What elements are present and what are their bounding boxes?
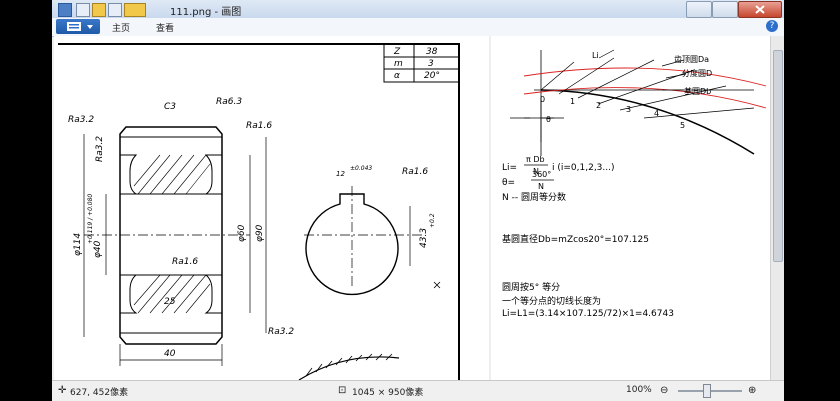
minimize-button[interactable]: [686, 1, 712, 18]
zoom-in-icon[interactable]: ⊕: [748, 385, 756, 396]
involute-label-theta: θ: [546, 115, 551, 124]
gear-teeth-sketch: [298, 356, 400, 380]
maximize-button[interactable]: [712, 1, 738, 18]
formula-theta-a: θ=: [502, 178, 515, 188]
table-value-alpha: 20°: [424, 71, 440, 81]
tab-view[interactable]: 查看: [156, 21, 174, 34]
involute-mark-1: 1: [570, 97, 575, 106]
dim-key-width-tol: ±0.043: [350, 165, 372, 172]
formula-n-def: N -- 圆周等分数: [502, 191, 566, 203]
cursor-position: 627, 452像素: [70, 388, 129, 398]
involute-label-li: Li: [592, 51, 599, 60]
dim-bore-tol: +0.119 / +0.080: [87, 194, 94, 244]
dim-key-depth: 43.3: [419, 228, 429, 248]
gear-drawing: Z 38 m 3 α 20° C3 Ra6.3 Ra3.2 Ra1.6 Ra3.…: [58, 36, 767, 380]
table-param-z: Z: [393, 47, 401, 57]
involute-label-tip-circle: 齿顶圆Da: [674, 55, 709, 64]
formula-li-b: i (i=0,1,2,3...): [552, 163, 615, 173]
formula-theta-num: 360°: [532, 170, 551, 179]
close-icon: [755, 5, 765, 14]
dim-width: 40: [164, 349, 176, 359]
table-value-m: 3: [428, 59, 434, 69]
drawing-frame: [58, 43, 460, 380]
help-icon[interactable]: ?: [766, 20, 778, 32]
paint-menu-button[interactable]: [56, 19, 100, 34]
formula-theta-den: N: [538, 182, 544, 191]
gear-section-outline: [119, 126, 223, 345]
dim-bore: φ40: [93, 240, 103, 258]
involute-mark-0: 0: [540, 95, 545, 104]
save-icon[interactable]: [76, 3, 90, 17]
roughness-label-3: Ra1.6: [246, 121, 272, 131]
formula-li-num: π Db: [526, 155, 545, 164]
dim-groove: 25: [164, 297, 176, 307]
formula-li-a: Li=: [502, 163, 517, 173]
roughness-label-2: Ra3.2: [68, 115, 94, 125]
chamfer-label: C3: [164, 102, 176, 112]
roughness-label-4: Ra3.2: [268, 327, 294, 337]
roughness-label-5: Ra1.6: [172, 257, 198, 267]
involute-mark-4: 4: [654, 109, 659, 118]
table-param-m: m: [394, 59, 403, 69]
involute-label-base-circle: 基圆Db: [684, 86, 711, 96]
customize-quick-access-icon[interactable]: [124, 3, 146, 17]
zoom-out-icon[interactable]: ⊖: [660, 385, 668, 396]
formula-tangent-desc: 一个等分点的切线长度为: [502, 295, 601, 307]
ribbon-bar: 主页 查看 ?: [52, 18, 784, 37]
formula-base-dia: 基圆直径Db=mZcos20°=107.125: [502, 233, 649, 245]
scrollbar-thumb[interactable]: [773, 50, 783, 262]
zoom-slider-thumb[interactable]: [703, 384, 711, 398]
involute-mark-2: 2: [596, 101, 601, 110]
dim-key-width: 12: [336, 170, 345, 178]
dim-outer-dia: φ114: [73, 233, 83, 256]
table-param-alpha: α: [394, 71, 400, 81]
involute-label-pitch-circle: 分度圆D: [682, 68, 712, 78]
paint-app-icon[interactable]: [58, 3, 72, 17]
roughness-label-6: Ra3.2: [95, 136, 105, 162]
dim-key-depth-tol: +0.2: [429, 213, 436, 228]
involute-mark-3: 3: [626, 105, 631, 114]
redo-icon[interactable]: [108, 3, 122, 17]
formula-tangent-length: Li=L1=(3.14×107.125/72)×1=4.6743: [502, 309, 674, 319]
involute-mark-5: 5: [680, 121, 685, 130]
dim-hub-60: φ60: [237, 224, 247, 242]
tab-home[interactable]: 主页: [112, 21, 130, 34]
table-value-z: 38: [426, 47, 438, 57]
zoom-level: 100%: [626, 385, 652, 395]
roughness-label-1: Ra6.3: [216, 97, 242, 107]
image-canvas[interactable]: Z 38 m 3 α 20° C3 Ra6.3 Ra3.2 Ra1.6 Ra3.…: [54, 36, 770, 380]
vertical-scrollbar[interactable]: [770, 36, 784, 380]
menu-icon: [67, 22, 93, 31]
formula-division: 圆周按5° 等分: [502, 281, 560, 293]
roughness-label-7: Ra1.6: [402, 167, 428, 177]
involute-diagram: [510, 50, 767, 156]
title-bar: 111.png - 画图: [52, 0, 784, 18]
close-button[interactable]: [738, 1, 782, 18]
window-title: 111.png - 画图: [170, 7, 242, 18]
cursor-position-icon: ✛: [58, 385, 67, 396]
paint-window: 111.png - 画图 主页 查看 ? Z 38 m 3 α 20° C3 R…: [52, 0, 784, 401]
dim-hub-90: φ90: [255, 224, 265, 242]
section-hatching: [133, 154, 211, 314]
undo-icon[interactable]: [92, 3, 106, 17]
status-bar: ✛ 627, 452像素 ⊡ 1045 × 950像素 100% ⊖ ⊕: [52, 380, 784, 401]
image-size-icon: ⊡: [338, 385, 347, 396]
image-size: 1045 × 950像素: [352, 388, 424, 398]
cursor-mark: [433, 281, 441, 289]
